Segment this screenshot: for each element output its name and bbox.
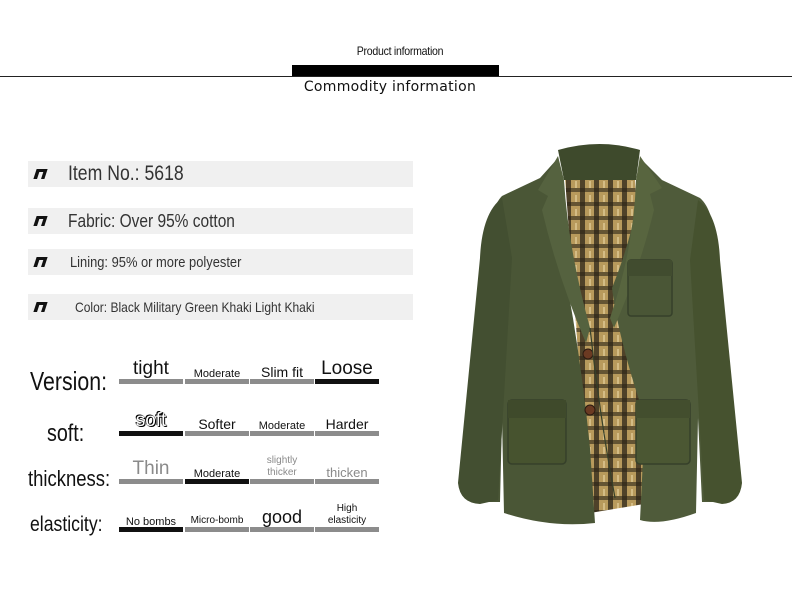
soft-option-softer: Softer <box>185 410 249 436</box>
section-subtitle: Product information <box>356 44 444 58</box>
option-bar <box>250 431 314 436</box>
option-bar <box>315 431 379 436</box>
collar <box>558 144 640 180</box>
version-option-loose: Loose <box>315 358 379 384</box>
thickness-label: thickness: <box>28 466 111 491</box>
header-accent-bar <box>292 65 499 76</box>
option-text: soft <box>135 410 167 431</box>
option-text: tight <box>133 358 169 379</box>
option-bar-selected <box>119 431 183 436</box>
option-bar <box>315 479 379 484</box>
soft-option-moderate: Moderate <box>250 410 314 436</box>
option-text: Loose <box>321 358 373 379</box>
version-label: Version: <box>30 366 108 396</box>
option-text: Thin <box>132 458 170 479</box>
option-bar <box>315 527 379 532</box>
button-bottom <box>584 404 596 416</box>
button-top <box>582 348 594 360</box>
right-sleeve <box>690 200 742 504</box>
option-bar <box>185 431 249 436</box>
version-option-slim-fit: Slim fit <box>250 358 314 384</box>
thickness-option-slightly-thicker: slightly thicker <box>250 455 314 484</box>
option-bar <box>119 379 183 384</box>
option-text: High elasticity <box>327 503 367 526</box>
elasticity-option-high-elasticity: High elasticity <box>315 503 379 532</box>
header-divider <box>0 76 792 77</box>
info-row-fabric: Fabric: Over 95% cotton <box>28 208 413 234</box>
fabric-text: Fabric: Over 95% cotton <box>68 210 235 231</box>
option-text: Harder <box>325 416 369 432</box>
thickness-option-moderate: Moderate <box>185 458 249 484</box>
version-option-tight: tight <box>119 358 183 384</box>
bullet-icon <box>34 255 48 269</box>
option-bar <box>250 479 314 484</box>
option-bar <box>185 527 249 532</box>
soft-option-soft: soft <box>119 410 183 436</box>
option-bar <box>250 527 314 532</box>
option-bar-selected <box>185 479 249 484</box>
bullet-icon <box>34 167 48 181</box>
lining-text: Lining: 95% or more polyester <box>70 253 242 271</box>
elasticity-option-no-bombs: No bombs <box>119 506 183 532</box>
product-image <box>458 144 742 525</box>
soft-label: soft: <box>47 420 85 447</box>
version-option-moderate: Moderate <box>185 358 249 384</box>
color-text: Color: Black Military Green Khaki Light … <box>75 299 315 315</box>
elasticity-option-good: good <box>250 506 314 532</box>
bullet-icon <box>34 300 48 314</box>
option-text: good <box>261 507 303 527</box>
option-text: Softer <box>198 416 236 432</box>
section-title: Commodity information <box>303 79 477 95</box>
item-no-text: Item No.: 5618 <box>68 162 184 185</box>
option-text: Slim fit <box>261 364 303 380</box>
bullet-icon <box>34 214 48 228</box>
info-row-lining: Lining: 95% or more polyester <box>28 249 413 275</box>
option-bar <box>119 479 183 484</box>
thickness-option-thicken: thicken <box>315 458 379 484</box>
info-row-item-no: Item No.: 5618 <box>28 161 413 187</box>
option-text: thicken <box>326 465 368 480</box>
option-bar <box>250 379 314 384</box>
info-row-color: Color: Black Military Green Khaki Light … <box>28 294 413 320</box>
option-text: Micro-bomb <box>190 515 244 526</box>
thickness-option-thin: Thin <box>119 458 183 484</box>
elasticity-label: elasticity: <box>30 513 103 536</box>
elasticity-option-micro-bomb: Micro-bomb <box>185 506 249 532</box>
soft-option-harder: Harder <box>315 410 379 436</box>
option-text: slightly thicker <box>266 455 298 478</box>
option-bar <box>185 379 249 384</box>
option-bar-selected <box>119 527 183 532</box>
option-bar-selected <box>315 379 379 384</box>
